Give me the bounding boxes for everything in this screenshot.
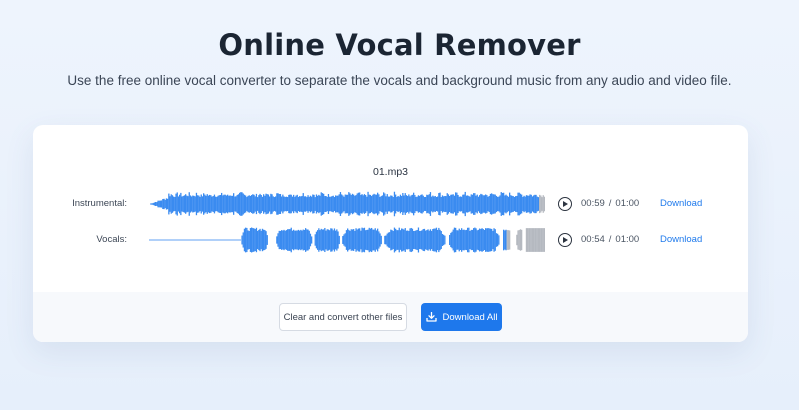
duration: 01:00: [615, 198, 640, 209]
play-icon[interactable]: [558, 233, 572, 247]
current-time: 00:54: [581, 234, 605, 245]
play-icon[interactable]: [558, 197, 572, 211]
vocals-waveform[interactable]: [149, 227, 545, 253]
time-separator: /: [608, 198, 612, 209]
time-separator: /: [608, 234, 612, 245]
clear-and-convert-button[interactable]: Clear and convert other files: [279, 303, 407, 331]
instrumental-waveform[interactable]: [149, 191, 545, 217]
file-name: 01.mp3: [372, 166, 409, 178]
download-vocals-link[interactable]: Download: [660, 234, 702, 245]
download-icon: [425, 312, 437, 322]
playback-time: 00:54/01:00: [581, 234, 639, 245]
download-all-label: Download All: [442, 311, 498, 323]
track-row-vocals: Vocals: 00:54/01:00 Download: [33, 227, 748, 253]
current-time: 00:59: [581, 198, 605, 209]
playback-time: 00:59/01:00: [581, 198, 639, 209]
download-instrumental-link[interactable]: Download: [660, 198, 702, 209]
track-row-instrumental: Instrumental: 00:59/01:00 Download: [33, 191, 748, 217]
track-label: Vocals:: [96, 234, 127, 245]
download-all-button[interactable]: Download All: [421, 303, 502, 331]
result-card: 01.mp3 Instrumental: 00:59/01:00 Downloa…: [33, 125, 748, 342]
page-subtitle: Use the free online vocal converter to s…: [67, 73, 732, 88]
page-title: Online Vocal Remover: [218, 28, 581, 62]
track-label: Instrumental:: [72, 198, 127, 209]
duration: 01:00: [615, 234, 640, 245]
